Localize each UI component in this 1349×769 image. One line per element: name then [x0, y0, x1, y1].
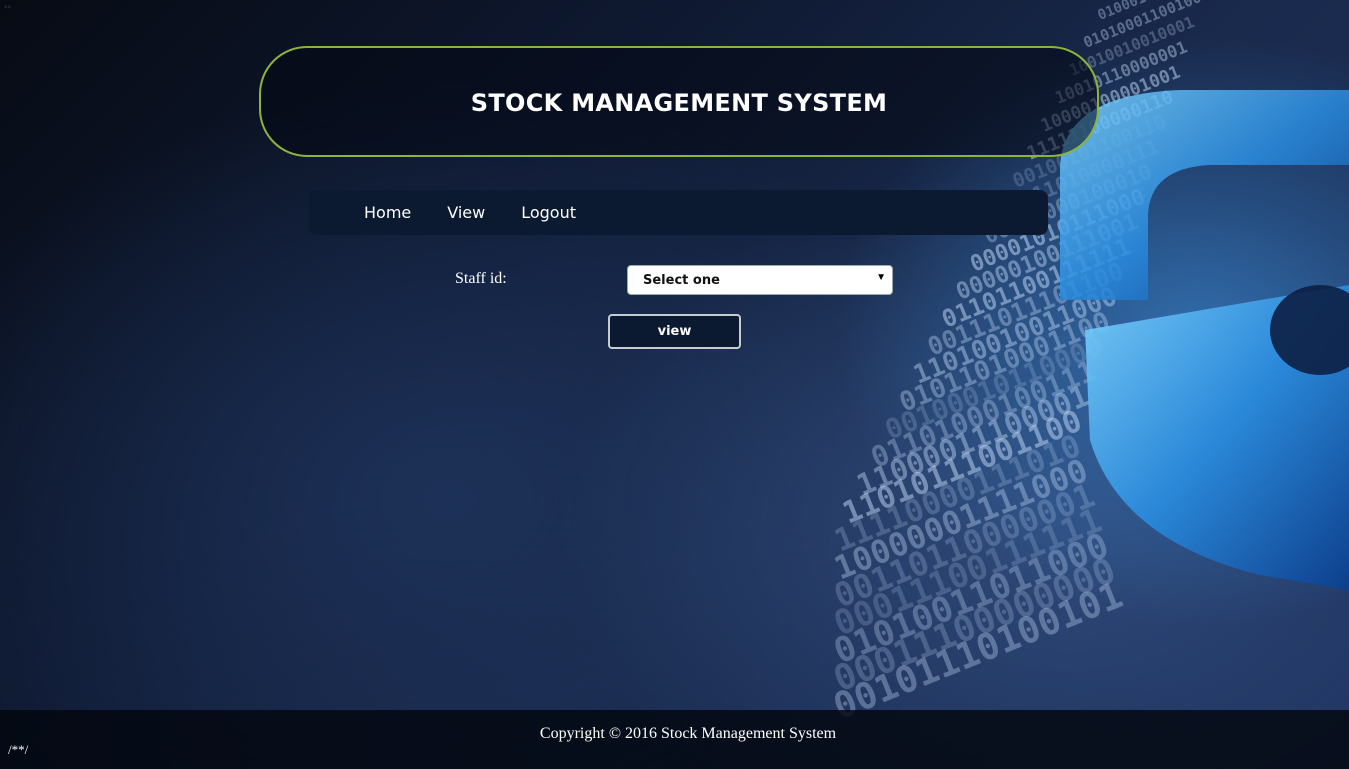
nav-logout-link[interactable]: Logout — [521, 203, 576, 222]
staff-id-label: Staff id: — [455, 270, 507, 287]
footer: Copyright © 2016 Stock Management System… — [0, 710, 1349, 769]
staff-id-select[interactable]: Select one ▼ — [627, 265, 893, 295]
staff-id-select-value: Select one — [643, 272, 720, 288]
chevron-down-icon: ▼ — [876, 272, 886, 283]
view-button[interactable]: view — [608, 314, 741, 349]
footer-note: /**/ — [8, 742, 29, 757]
nav-view-link[interactable]: View — [447, 203, 485, 222]
header-banner: STOCK MANAGEMENT SYSTEM — [259, 46, 1099, 157]
page-title: STOCK MANAGEMENT SYSTEM — [470, 88, 888, 117]
footer-copyright: Copyright © 2016 Stock Management System — [539, 725, 837, 742]
nav-home-link[interactable]: Home — [364, 203, 411, 222]
navbar: Home View Logout — [309, 190, 1048, 235]
corner-mark: ▪▪ — [4, 2, 12, 13]
padlock-binary-icon — [1060, 90, 1349, 590]
